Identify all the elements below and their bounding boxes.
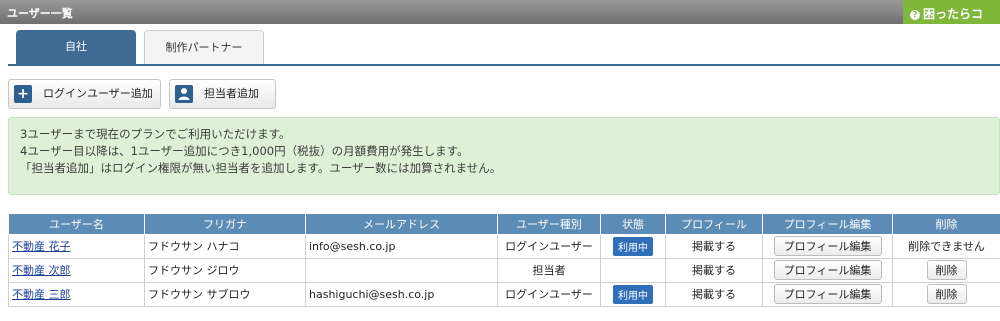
user-name-link[interactable]: 不動産 花子 [12, 240, 71, 253]
info-line: 3ユーザーまで現在のプランでご利用いただけます。 [20, 127, 291, 141]
status-cell: 利用中 [600, 281, 666, 307]
kana-cell: フドウサン サブロウ [144, 281, 306, 307]
status-badge: 利用中 [613, 284, 653, 304]
status-cell: 利用中 [600, 233, 666, 259]
tab-own-company[interactable]: 自社 [16, 30, 136, 64]
email-cell: info@sesh.co.jp [305, 233, 498, 259]
column-header: メールアドレス [305, 214, 498, 235]
table-row: 不動産 三郎 フドウサン サブロウ hashiguchi@sesh.co.jp … [8, 281, 1000, 307]
plan-info-box: 3ユーザーまで現在のプランでご利用いただけます。 4ユーザー目以降は、1ユーザー… [8, 117, 1000, 195]
kana-cell: フドウサン ジロウ [144, 257, 306, 283]
person-icon [175, 85, 193, 103]
plus-icon: + [14, 85, 32, 103]
user-name-link[interactable]: 不動産 次郎 [12, 264, 71, 277]
column-header: フリガナ [144, 214, 306, 235]
edit-cell: プロフィール編集 [762, 281, 893, 307]
tab-bar: 自社 制作パートナー [0, 30, 1000, 66]
column-header: 状態 [600, 214, 666, 235]
table-row: 不動産 花子 フドウサン ハナコ info@sesh.co.jp ログインユーザ… [8, 233, 1000, 259]
column-header: ユーザー種別 [497, 214, 601, 235]
delete-cell: 削除 [892, 281, 1000, 307]
edit-profile-button[interactable]: プロフィール編集 [773, 284, 882, 304]
user-name-cell: 不動産 三郎 [8, 281, 145, 307]
column-header: 削除 [892, 214, 1000, 235]
help-button[interactable]: ? 困ったらコ [903, 0, 1000, 24]
delete-cell: 削除 [892, 257, 1000, 283]
add-contact-button[interactable]: 担当者追加 [169, 79, 276, 109]
user-name-cell: 不動産 次郎 [8, 257, 145, 283]
user-name-cell: 不動産 花子 [8, 233, 145, 259]
column-header: ユーザー名 [8, 214, 145, 235]
email-cell [305, 257, 498, 283]
edit-cell: プロフィール編集 [762, 257, 893, 283]
status-badge: 利用中 [613, 236, 653, 256]
user-type-cell: 担当者 [497, 257, 601, 283]
add-contact-label: 担当者追加 [204, 87, 259, 100]
user-table: ユーザー名 フリガナ メールアドレス ユーザー種別 状態 プロフィール プロフィ… [8, 214, 1000, 307]
delete-button[interactable]: 削除 [926, 284, 967, 304]
page-title: ユーザー一覧 [7, 7, 73, 20]
info-line: 「担当者追加」はログイン権限が無い担当者を追加します。ユーザー数には加算されませ… [20, 161, 502, 175]
title-bar: ユーザー一覧 ? 困ったらコ [0, 0, 1000, 24]
delete-cell: 削除できません [892, 233, 1000, 259]
delete-button[interactable]: 削除 [926, 260, 967, 280]
add-login-user-button[interactable]: + ログインユーザー追加 [8, 79, 161, 109]
user-type-cell: ログインユーザー [497, 281, 601, 307]
edit-profile-button[interactable]: プロフィール編集 [773, 260, 882, 280]
email-cell: hashiguchi@sesh.co.jp [305, 281, 498, 307]
profile-cell: 掲載する [665, 257, 763, 283]
edit-cell: プロフィール編集 [762, 233, 893, 259]
question-icon: ? [910, 10, 920, 20]
table-row: 不動産 次郎 フドウサン ジロウ 担当者 掲載する プロフィール編集 削除 [8, 257, 1000, 283]
add-login-user-label: ログインユーザー追加 [43, 87, 153, 100]
status-cell [600, 257, 666, 283]
info-line: 4ユーザー目以降は、1ユーザー追加につき1,000円（税抜）の月額費用が発生しま… [20, 144, 469, 158]
help-label: 困ったらコ [923, 7, 984, 21]
user-type-cell: ログインユーザー [497, 233, 601, 259]
edit-profile-button[interactable]: プロフィール編集 [773, 236, 882, 256]
user-name-link[interactable]: 不動産 三郎 [12, 288, 71, 301]
tab-underline [8, 64, 1000, 66]
table-header-row: ユーザー名 フリガナ メールアドレス ユーザー種別 状態 プロフィール プロフィ… [8, 214, 1000, 235]
kana-cell: フドウサン ハナコ [144, 233, 306, 259]
profile-cell: 掲載する [665, 233, 763, 259]
column-header: プロフィール編集 [762, 214, 893, 235]
tab-partners[interactable]: 制作パートナー [144, 30, 264, 64]
column-header: プロフィール [665, 214, 763, 235]
profile-cell: 掲載する [665, 281, 763, 307]
